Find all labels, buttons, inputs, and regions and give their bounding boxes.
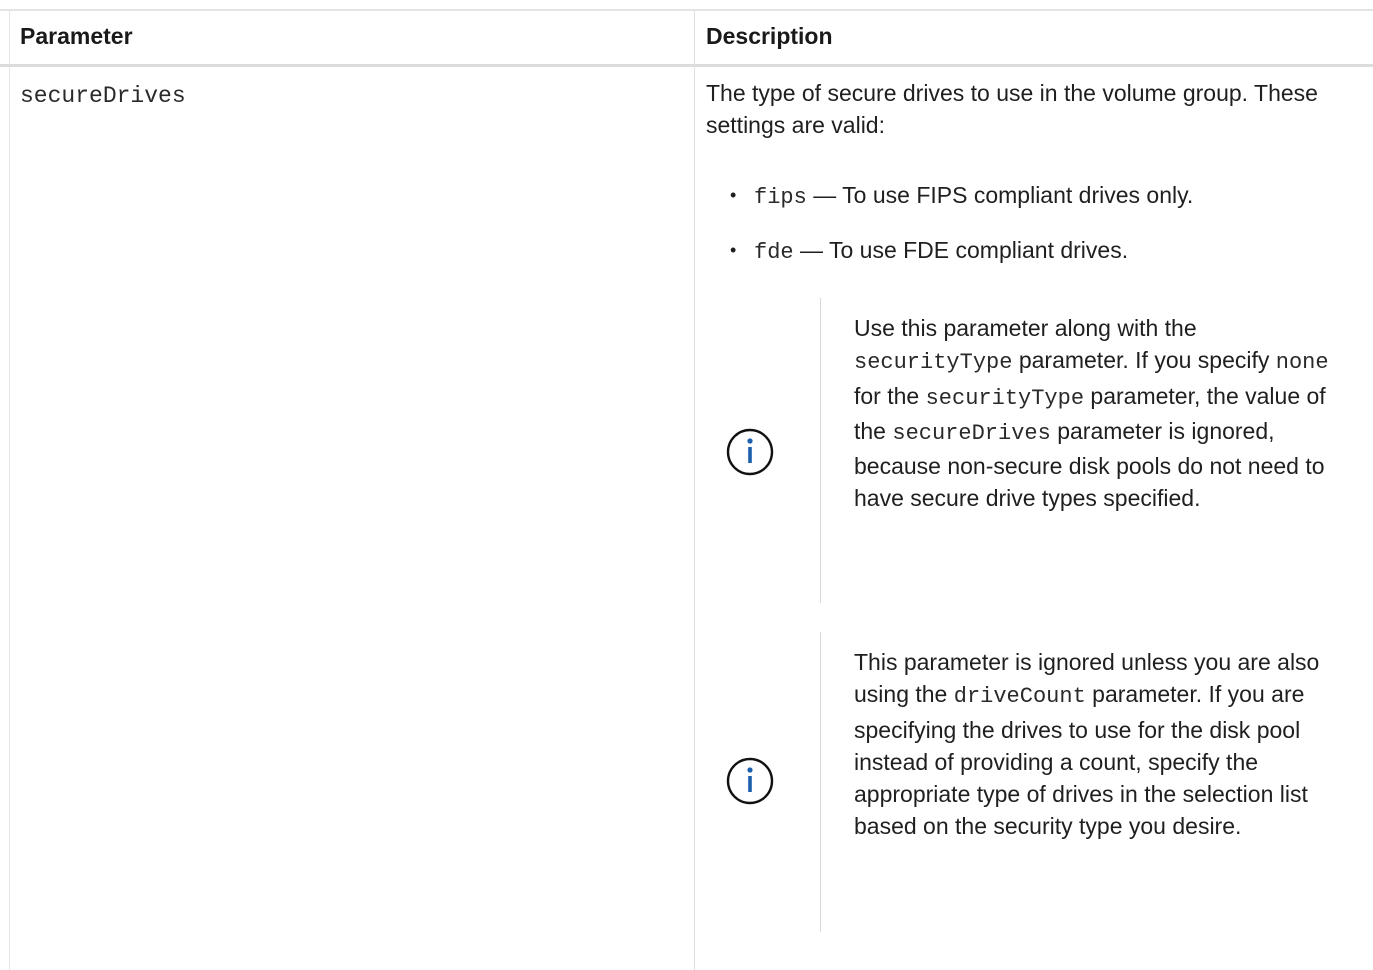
column-divider bbox=[694, 11, 695, 970]
parameter-name: secureDrives bbox=[20, 83, 186, 109]
list-item: • fde — To use FDE compliant drives. bbox=[730, 234, 1128, 269]
header-parameter: Parameter bbox=[20, 23, 133, 49]
code-none: none bbox=[1275, 350, 1329, 376]
parameter-table: Parameter Description secureDrives The t… bbox=[0, 0, 1373, 970]
table-header-row bbox=[0, 11, 1373, 64]
note-divider bbox=[820, 632, 821, 932]
description-intro: The type of secure drives to use in the … bbox=[706, 80, 1318, 138]
note-text: This parameter is ignored unless you are… bbox=[854, 649, 1320, 840]
code-security-type: securityType bbox=[854, 350, 1013, 376]
info-icon bbox=[726, 757, 774, 805]
code-secure-drives: secureDrives bbox=[892, 420, 1051, 446]
note-callout: This parameter is ignored unless you are… bbox=[706, 632, 1366, 932]
table-left-edge bbox=[9, 11, 10, 970]
code-drive-count: driveCount bbox=[953, 684, 1086, 710]
option-text: — To use FDE compliant drives. bbox=[793, 237, 1129, 263]
code-security-type: securityType bbox=[925, 385, 1085, 411]
header-description: Description bbox=[706, 23, 833, 49]
header-separator bbox=[0, 64, 1373, 67]
note-text: Use this parameter along with the securi… bbox=[854, 315, 1329, 512]
list-item: • fips — To use FIPS compliant drives onl… bbox=[730, 179, 1193, 214]
option-code: fde bbox=[754, 240, 794, 265]
option-code: fips bbox=[754, 185, 807, 210]
option-text: — To use FIPS compliant drives only. bbox=[806, 182, 1194, 208]
note-divider bbox=[820, 298, 821, 603]
bullet-icon: • bbox=[730, 240, 737, 260]
info-icon bbox=[726, 428, 774, 476]
bullet-icon: • bbox=[730, 185, 737, 205]
note-callout: Use this parameter along with the securi… bbox=[706, 298, 1366, 603]
